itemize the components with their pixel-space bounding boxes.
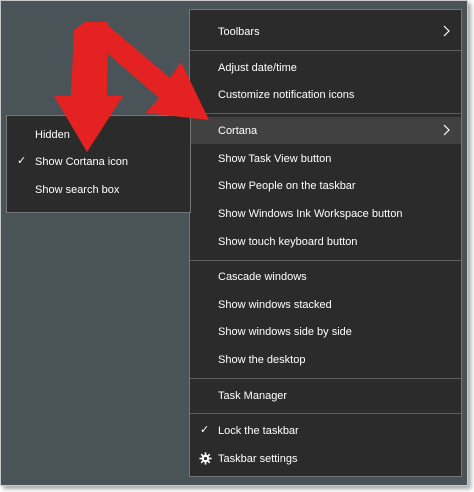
check-mark-icon: ✓ (200, 424, 210, 436)
check-mark-icon: ✓ (17, 155, 27, 167)
menu-item-label: Adjust date/time (218, 61, 297, 74)
menu-item-label: Task Manager (218, 389, 288, 402)
menu-item-label: Show Windows Ink Workspace button (218, 207, 403, 220)
gear-icon (199, 452, 212, 465)
menu-item-taskbar-settings[interactable]: Taskbar settings (190, 445, 461, 472)
taskbar-context-menu: Toolbars Adjust date/time Customize noti… (189, 9, 462, 477)
menu-separator (190, 50, 461, 51)
menu-item-label: Hidden (35, 128, 70, 141)
menu-item-label: Lock the taskbar (218, 424, 299, 437)
submenu-item-show-search-box[interactable]: Show search box (7, 176, 190, 203)
menu-item-label: Show windows stacked (218, 298, 332, 311)
menu-item-show-task-view[interactable]: Show Task View button (190, 145, 461, 172)
menu-separator (190, 260, 461, 261)
chevron-right-icon (443, 25, 450, 37)
chevron-right-icon (443, 124, 450, 136)
menu-separator (190, 113, 461, 114)
menu-separator (190, 413, 461, 414)
menu-item-windows-stacked[interactable]: Show windows stacked (190, 291, 461, 318)
menu-separator (190, 378, 461, 379)
submenu-item-show-cortana-icon[interactable]: ✓ Show Cortana icon (7, 148, 190, 175)
menu-item-label: Show People on the taskbar (218, 179, 356, 192)
menu-item-label: Show Task View button (218, 152, 332, 165)
menu-item-cascade-windows[interactable]: Cascade windows (190, 263, 461, 290)
menu-item-label: Show touch keyboard button (218, 235, 358, 248)
menu-item-label: Show Cortana icon (35, 155, 128, 168)
menu-item-label: Show windows side by side (218, 325, 352, 338)
menu-item-label: Toolbars (218, 25, 260, 38)
menu-item-customize-notification-icons[interactable]: Customize notification icons (190, 81, 461, 108)
menu-item-label: Cascade windows (218, 270, 307, 283)
menu-item-label: Customize notification icons (218, 88, 355, 101)
menu-item-show-ink-workspace[interactable]: Show Windows Ink Workspace button (190, 200, 461, 227)
menu-item-lock-taskbar[interactable]: ✓ Lock the taskbar (190, 417, 461, 444)
menu-item-label: Cortana (218, 124, 258, 137)
menu-item-label: Show the desktop (218, 353, 306, 366)
menu-item-show-people[interactable]: Show People on the taskbar (190, 172, 461, 199)
menu-item-task-manager[interactable]: Task Manager (190, 382, 461, 409)
menu-item-show-touch-keyboard[interactable]: Show touch keyboard button (190, 228, 461, 255)
menu-item-show-desktop[interactable]: Show the desktop (190, 346, 461, 373)
menu-item-label: Taskbar settings (218, 452, 298, 465)
submenu-item-hidden[interactable]: Hidden (7, 121, 190, 148)
cortana-submenu: Hidden ✓ Show Cortana icon Show search b… (6, 115, 191, 213)
menu-item-label: Show search box (35, 183, 120, 196)
menu-item-cortana[interactable]: Cortana (190, 117, 461, 144)
menu-item-adjust-datetime[interactable]: Adjust date/time (190, 54, 461, 81)
menu-item-toolbars[interactable]: Toolbars (190, 18, 461, 45)
menu-item-windows-side-by-side[interactable]: Show windows side by side (190, 318, 461, 345)
